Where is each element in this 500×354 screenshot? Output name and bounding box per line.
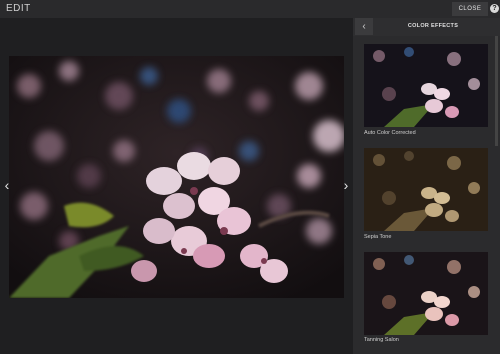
- top-bar: EDIT CLOSE ?: [0, 0, 500, 18]
- previous-photo-arrow[interactable]: ‹: [2, 176, 12, 194]
- effect-thumbnail-tanning-salon[interactable]: [364, 252, 488, 335]
- scrollbar-thumb[interactable]: [495, 36, 498, 146]
- blossom-photo: [9, 56, 344, 298]
- help-icon[interactable]: ?: [490, 4, 499, 13]
- panel-scrollbar[interactable]: [495, 36, 498, 354]
- effect-thumbnail-sepia[interactable]: [364, 148, 488, 231]
- effect-label: Sepia Tone: [364, 234, 392, 240]
- panel-header: ‹ COLOR EFFECTS: [353, 18, 500, 36]
- close-button[interactable]: CLOSE: [452, 2, 488, 16]
- tanning-salon-preview: [364, 252, 488, 335]
- next-photo-arrow[interactable]: ›: [341, 176, 351, 194]
- auto-color-preview: [364, 44, 488, 127]
- panel-title: COLOR EFFECTS: [407, 23, 459, 29]
- sepia-preview: [364, 148, 488, 231]
- effect-thumbnail-auto-color[interactable]: [364, 44, 488, 127]
- page-title: EDIT: [6, 3, 31, 14]
- effect-label: Auto Color Corrected: [364, 130, 416, 136]
- effect-label: Tanning Salon: [364, 337, 399, 343]
- back-button[interactable]: ‹: [355, 18, 373, 35]
- main-photo: [9, 56, 344, 298]
